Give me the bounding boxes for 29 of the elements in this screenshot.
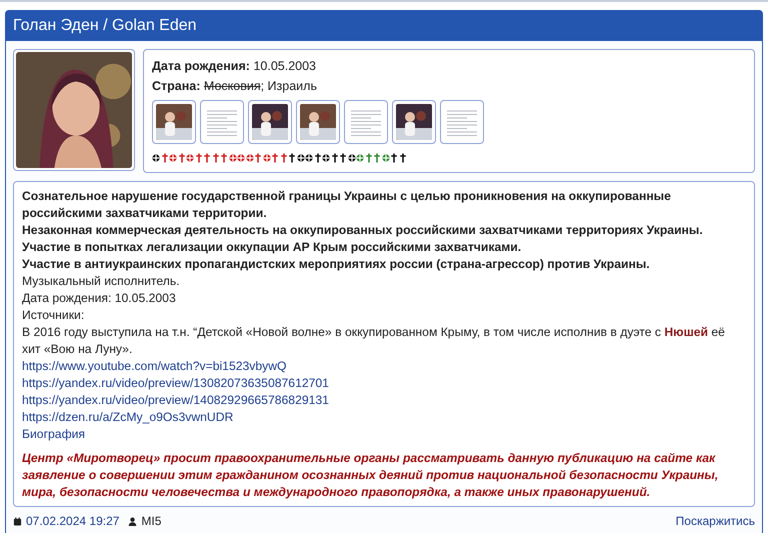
thumbnail[interactable] bbox=[344, 100, 388, 144]
source-link[interactable]: https://yandex.ru/video/preview/14082929665786829131 bbox=[22, 393, 329, 407]
report-link[interactable]: Поскаржитись bbox=[676, 514, 755, 528]
source-link[interactable]: Биография bbox=[22, 427, 86, 441]
calendar-icon bbox=[13, 516, 22, 526]
person-name: Голан Эден / Golan Eden bbox=[13, 17, 197, 35]
thumbnail[interactable] bbox=[296, 100, 340, 144]
thumbnail[interactable] bbox=[440, 100, 484, 144]
source-link[interactable]: https://www.youtube.com/watch?v=bi1523vbywQ bbox=[22, 359, 287, 373]
thumbnail[interactable] bbox=[152, 100, 196, 144]
charge-text: Участие в попытках легализации оккупации АР Крым российскими захватчиками. bbox=[22, 240, 522, 254]
notice-text: Центр «Миротворец» просит правоохранительные органы рассматривать данную публикацию на сайте как заявление о совершении этим гражданином осознанных деяний против национальной безопасности Украины, мира, безопасности человечества и международного правопорядка, а также иных правонарушений. bbox=[22, 451, 718, 499]
source-link[interactable]: https://dzen.ru/a/ZcMy_o9Os3vwnUDR bbox=[22, 410, 234, 424]
charge-text: Сознательное нарушение государственной границы Украины с целью проникновения на оккупированные российскими захватчиками территории. bbox=[22, 189, 671, 220]
charge-text: Незаконная коммерческая деятельность на оккупированных российскими захватчиками территориях Украины. bbox=[22, 223, 703, 237]
source-link[interactable]: https://yandex.ru/video/preview/13082073635087612701 bbox=[22, 376, 329, 390]
author-name: MI5 bbox=[141, 514, 162, 528]
info-field: Дата рождения: 10.05.2003 bbox=[152, 59, 316, 73]
description-text: Дата рождения: 10.05.2003 bbox=[22, 291, 176, 305]
description-text: Музыкальный исполнитель. bbox=[22, 274, 180, 288]
description-text: Источники: bbox=[22, 308, 84, 322]
charge-text: Участие в антиукраинских пропагандистских мероприятиях россии (страна-агрессор) против Украины. bbox=[22, 257, 650, 271]
thumbnail[interactable] bbox=[248, 100, 292, 144]
date-link[interactable]: 07.02.2024 19:27 bbox=[26, 514, 120, 528]
user-icon bbox=[128, 516, 138, 526]
thumbnail[interactable] bbox=[392, 100, 436, 144]
thumbnail[interactable] bbox=[200, 100, 244, 144]
description-text: В 2016 году выступила на т.н. “Детской «Новой волне» в оккупированном Крыму, в том числе исполнив в дуэте с Нюшей её хит «Вою на Луну». bbox=[22, 325, 725, 356]
info-field: Страна: Московия; Израиль bbox=[152, 79, 317, 93]
